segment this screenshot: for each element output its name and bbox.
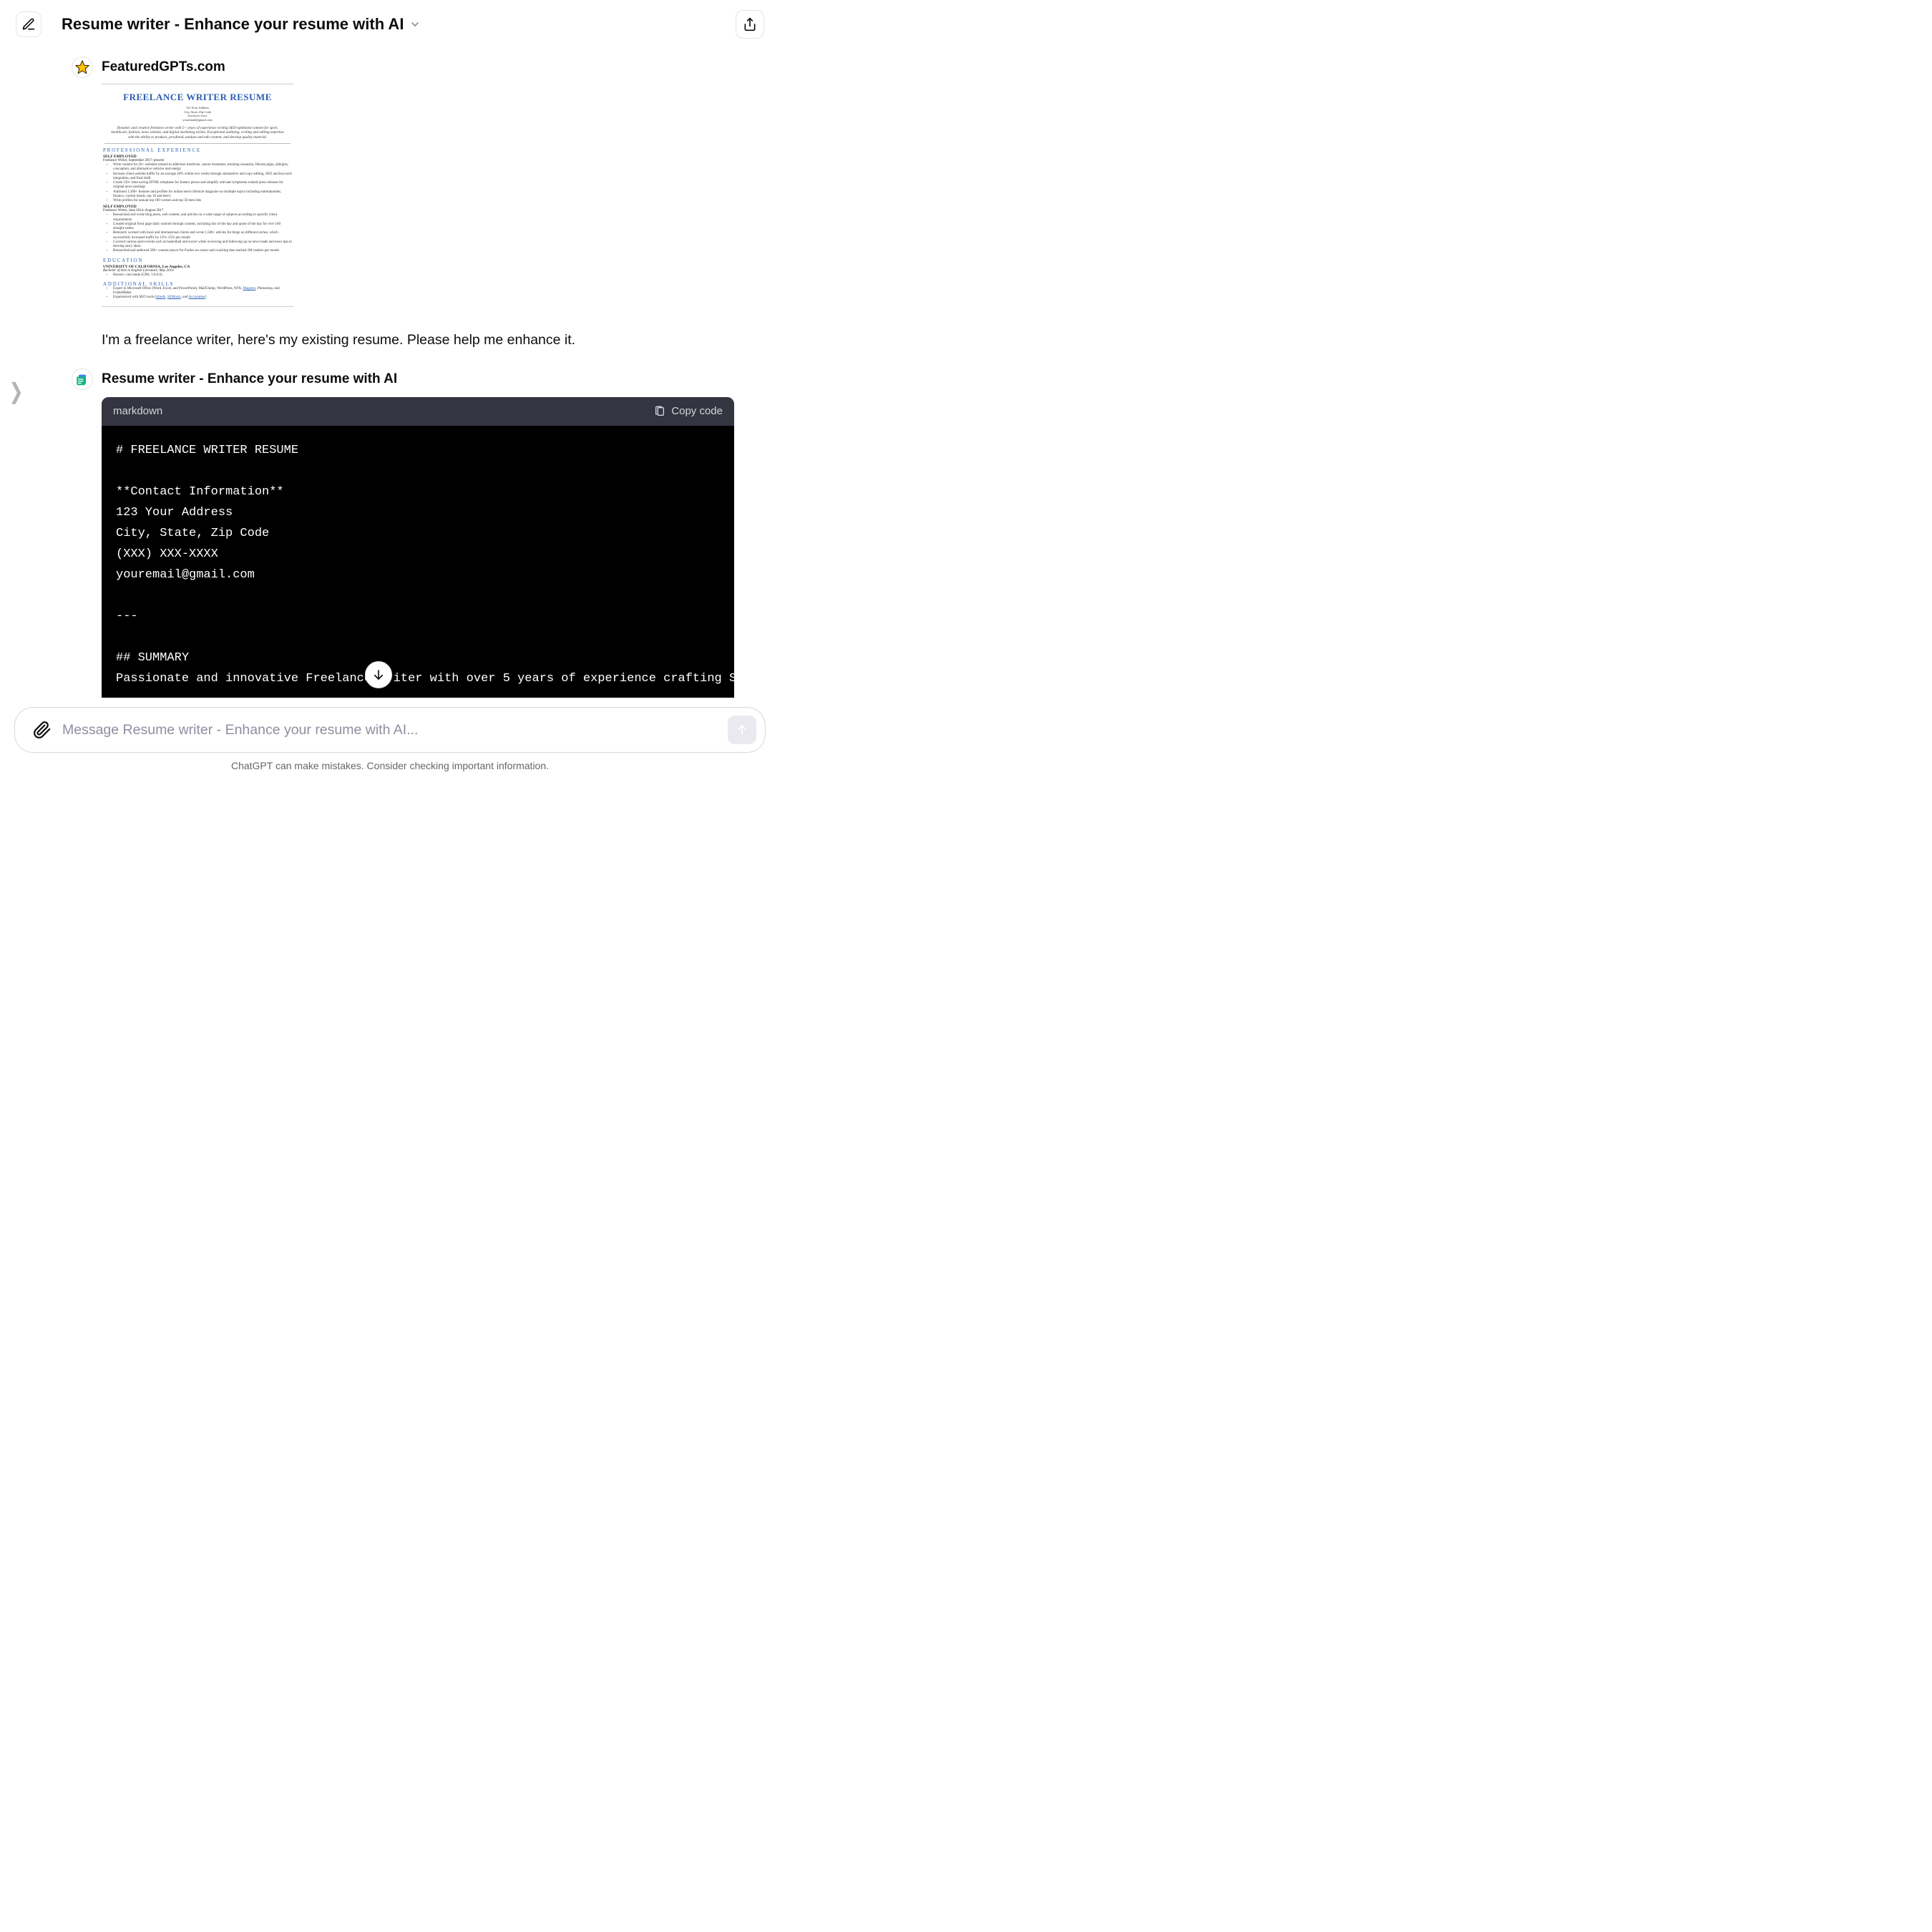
- user-name: FeaturedGPTs.com: [102, 59, 225, 75]
- share-icon: [743, 17, 757, 31]
- code-block: markdown Copy code # FREELANCE WRITER RE…: [102, 397, 734, 698]
- new-chat-button[interactable]: [16, 11, 42, 37]
- star-icon: [74, 59, 90, 75]
- arrow-up-icon: [736, 723, 748, 736]
- resume-contact: 123 Your Address City, State, Zip Code (…: [103, 106, 292, 122]
- paperclip-icon: [33, 721, 52, 739]
- attachment-resume-preview[interactable]: FREELANCE WRITER RESUME 123 Your Address…: [102, 84, 293, 307]
- chat-scroll-area[interactable]: FeaturedGPTs.com FREELANCE WRITER RESUME…: [0, 46, 780, 698]
- resume-job2-bullets: Researched and wrote blog posts, web con…: [113, 213, 292, 253]
- clipboard-icon: [654, 406, 665, 417]
- arrow-down-icon: [372, 668, 385, 681]
- resume-section-skills: ADDITIONAL SKILLS: [103, 281, 292, 287]
- send-button[interactable]: [728, 716, 756, 744]
- page-title: Resume writer - Enhance your resume with…: [62, 15, 404, 34]
- edit-icon: [21, 17, 36, 31]
- page-title-dropdown[interactable]: Resume writer - Enhance your resume with…: [62, 15, 736, 34]
- code-language-label: markdown: [113, 405, 162, 417]
- composer: [14, 707, 766, 753]
- code-content[interactable]: # FREELANCE WRITER RESUME **Contact Info…: [102, 426, 734, 698]
- disclaimer-text: ChatGPT can make mistakes. Consider chec…: [0, 760, 780, 771]
- chevron-down-icon: [409, 19, 421, 30]
- user-message: FeaturedGPTs.com FREELANCE WRITER RESUME…: [72, 57, 737, 348]
- message-input[interactable]: [55, 722, 728, 738]
- copy-code-button[interactable]: Copy code: [654, 405, 723, 417]
- resume-summary: Dynamic and creative freelance writer wi…: [104, 126, 291, 145]
- assistant-message: Resume writer - Enhance your resume with…: [72, 369, 737, 698]
- resume-title: FREELANCE WRITER RESUME: [103, 92, 292, 103]
- resume-skills-bullets: Expert in Microsoft Office (Word, Excel,…: [113, 287, 292, 301]
- share-button[interactable]: [736, 10, 764, 39]
- user-message-text: I'm a freelance writer, here's my existi…: [102, 332, 737, 348]
- resume-section-education: EDUCATION: [103, 258, 292, 263]
- assistant-name: Resume writer - Enhance your resume with…: [102, 371, 397, 387]
- copy-code-label: Copy code: [671, 405, 723, 417]
- assistant-avatar: [72, 369, 93, 390]
- attach-button[interactable]: [29, 717, 55, 743]
- app-header: Resume writer - Enhance your resume with…: [0, 0, 780, 46]
- resume-job1-bullets: Write content for 20+ websites related t…: [113, 163, 292, 203]
- user-avatar: [72, 57, 93, 78]
- document-icon: [74, 371, 90, 387]
- code-block-header: markdown Copy code: [102, 397, 734, 426]
- resume-section-experience: PROFESSIONAL EXPERIENCE: [103, 147, 292, 153]
- scroll-to-bottom-button[interactable]: [365, 661, 392, 688]
